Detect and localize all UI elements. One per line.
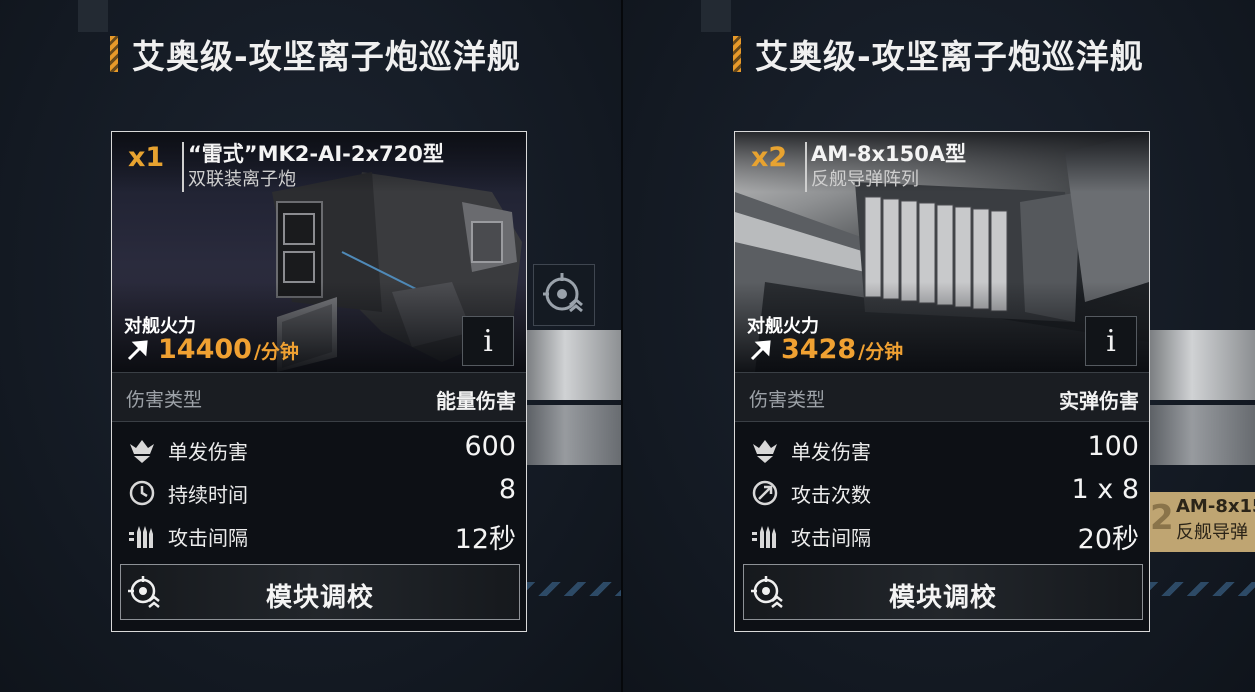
weapon-name: AM-8x150A型 (811, 142, 967, 166)
side-peek-type: 反舰导弹 (1176, 522, 1248, 543)
weapon-panel-left: 艾奥级-攻坚离子炮巡洋舰 x1 “雷式”MK2-AI-2x720型 双联装离子炮… (0, 0, 622, 692)
stat-label: 攻击间隔 (791, 526, 871, 550)
stat-value: 100 (1087, 431, 1139, 462)
stat-label: 攻击间隔 (168, 526, 248, 550)
firepower-value: 14400 (158, 334, 252, 365)
stat-value: 20秒 (1077, 524, 1139, 555)
module-tune-label: 模块调校 (265, 583, 374, 613)
damage-type-row: 伤害类型 能量伤害 (112, 372, 526, 422)
attack-interval-icon (129, 526, 153, 548)
weapon-image: x2 AM-8x150A型 反舰导弹阵列 对舰火力 3428 /分钟 i (735, 132, 1149, 372)
firepower-row: 14400 /分钟 (126, 334, 299, 365)
single-damage-icon (130, 440, 154, 463)
title-accent-bar (733, 36, 741, 72)
side-ship-preview (1150, 405, 1255, 465)
weapon-card: x2 AM-8x150A型 反舰导弹阵列 对舰火力 3428 /分钟 i 伤害类… (734, 131, 1150, 632)
corner-decoration (701, 0, 731, 32)
stat-row-interval: 攻击间隔 20秒 (735, 514, 1149, 557)
firepower-unit: /分钟 (253, 341, 299, 363)
weapon-type: 反舰导弹阵列 (811, 169, 919, 190)
target-upgrade-icon (543, 273, 583, 313)
firepower-row: 3428 /分钟 (749, 334, 903, 365)
side-weapon-card-peek[interactable]: 2 AM-8x15 反舰导弹 (1150, 492, 1255, 552)
weapon-panel-right: 艾奥级-攻坚离子炮巡洋舰 2 AM-8x15 反舰导弹 (623, 0, 1255, 692)
info-button[interactable]: i (1085, 316, 1137, 366)
stat-row-interval: 攻击间隔 12秒 (112, 514, 526, 557)
stat-label: 单发伤害 (168, 440, 248, 464)
damage-type-value: 能量伤害 (436, 389, 516, 413)
corner-decoration (78, 0, 108, 32)
stat-row-single-damage: 单发伤害 100 (735, 428, 1149, 471)
stat-row-attack-count: 攻击次数 1 x 8 (735, 471, 1149, 514)
stat-value: 8 (498, 474, 516, 505)
stat-value: 1 x 8 (1071, 474, 1140, 505)
weapon-card: x1 “雷式”MK2-AI-2x720型 双联装离子炮 对舰火力 14400 /… (111, 131, 527, 632)
ship-title-text: 艾奥级-攻坚离子炮巡洋舰 (755, 37, 1144, 76)
stat-value: 600 (464, 431, 516, 462)
side-peek-number: 2 (1150, 498, 1174, 538)
weapon-type: 双联装离子炮 (188, 169, 296, 190)
damage-type-label: 伤害类型 (126, 389, 203, 411)
weapon-count: x2 (751, 142, 788, 173)
stat-label: 攻击次数 (791, 483, 871, 507)
info-button[interactable]: i (462, 316, 514, 366)
stat-label: 单发伤害 (791, 440, 871, 464)
weapon-name-block: AM-8x150A型 反舰导弹阵列 (805, 142, 966, 192)
side-ship-preview (1150, 330, 1255, 400)
title-accent-bar (110, 36, 118, 72)
decorative-stripes (527, 582, 622, 596)
module-tune-button[interactable]: 模块调校 (743, 564, 1143, 620)
damage-type-row: 伤害类型 实弹伤害 (735, 372, 1149, 422)
damage-type-value: 实弹伤害 (1059, 389, 1139, 413)
stat-row-single-damage: 单发伤害 600 (112, 428, 526, 471)
single-damage-icon (753, 440, 777, 463)
ship-title-text: 艾奥级-攻坚离子炮巡洋舰 (132, 37, 521, 76)
decorative-stripes (1150, 582, 1255, 596)
weapon-name-block: “雷式”MK2-AI-2x720型 双联装离子炮 (182, 142, 444, 192)
side-ship-preview (527, 330, 622, 400)
stat-value: 12秒 (454, 524, 516, 555)
module-tune-button[interactable]: 模块调校 (120, 564, 520, 620)
side-ship-preview (527, 405, 622, 465)
firepower-value: 3428 (781, 334, 857, 365)
clock-icon (129, 480, 155, 506)
weapon-name: “雷式”MK2-AI-2x720型 (188, 142, 444, 166)
firepower-arrow-icon (127, 339, 148, 360)
ship-title: 艾奥级-攻坚离子炮巡洋舰 (733, 34, 1144, 76)
firepower-arrow-icon (750, 339, 771, 360)
attack-count-icon (752, 480, 778, 506)
weapon-count: x1 (128, 142, 165, 173)
stat-label: 持续时间 (168, 483, 248, 507)
module-tune-label: 模块调校 (888, 583, 997, 613)
side-target-button[interactable] (533, 264, 595, 326)
ship-title: 艾奥级-攻坚离子炮巡洋舰 (110, 34, 521, 76)
stat-row-duration: 持续时间 8 (112, 471, 526, 514)
firepower-unit: /分钟 (858, 341, 904, 363)
attack-interval-icon (752, 526, 776, 548)
weapon-image: x1 “雷式”MK2-AI-2x720型 双联装离子炮 对舰火力 14400 /… (112, 132, 526, 372)
side-peek-name: AM-8x15 (1176, 496, 1255, 517)
damage-type-label: 伤害类型 (749, 389, 826, 411)
